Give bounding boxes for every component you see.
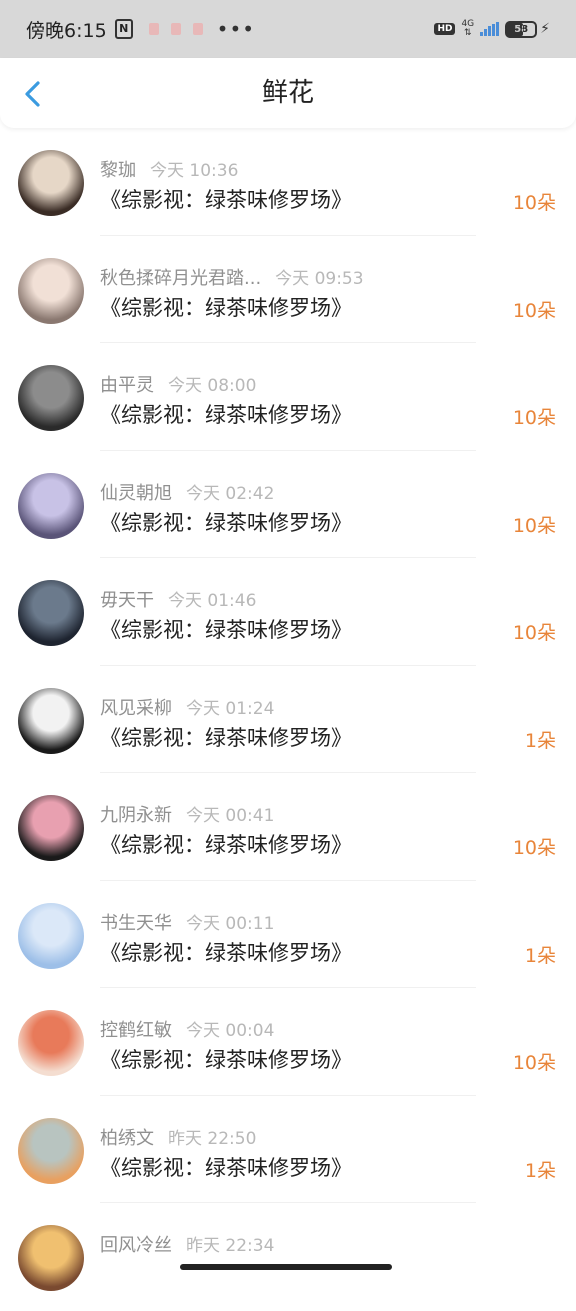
- notification-icon: [192, 23, 203, 35]
- book-title: 《综影视：绿茶味修罗场》: [100, 1048, 352, 1072]
- user-name: 柏绣文 昨天 22:50: [100, 1124, 256, 1150]
- avatar[interactable]: [18, 365, 84, 431]
- avatar[interactable]: [18, 150, 84, 216]
- gift-time: 今天 02:42: [186, 483, 275, 504]
- battery-icon: 58 ⚡: [505, 20, 550, 38]
- user-name: 仙灵朝旭 今天 02:42: [100, 479, 274, 505]
- flower-count: 1朵: [524, 944, 556, 967]
- user-name: 九阴永新 今天 00:41: [100, 801, 274, 827]
- gift-time: 今天 00:41: [186, 806, 275, 826]
- flower-count: 10朵: [512, 837, 556, 859]
- user-name-text: 柏绣文: [100, 1127, 154, 1149]
- user-name-text: 控鹤红敏: [100, 1020, 172, 1041]
- list-item[interactable]: 九阴永新 今天 00:41 《综影视：绿茶味修罗场》 10朵: [0, 773, 576, 881]
- book-title: 《综影视：绿茶味修罗场》: [100, 618, 352, 642]
- user-name: 风见采柳 今天 01:24: [100, 694, 274, 720]
- user-name: 回风冷丝 昨天 22:34: [100, 1231, 274, 1257]
- book-title: 《综影视：绿茶味修罗场》: [100, 1155, 352, 1180]
- user-name: 毋天干 今天 01:46: [100, 586, 256, 612]
- data-arrows-icon: ⇅: [464, 28, 472, 38]
- flower-count: 10朵: [512, 299, 556, 322]
- user-name-text: 九阴永新: [100, 805, 172, 826]
- user-name: 秋色揉碎月光君踏... 今天 09:53: [100, 264, 364, 290]
- avatar[interactable]: [18, 580, 84, 646]
- user-name-text: 仙灵朝旭: [100, 482, 172, 504]
- flower-count: 10朵: [512, 622, 556, 644]
- gift-time: 昨天 22:50: [168, 1128, 257, 1149]
- book-title: 《综影视：绿茶味修罗场》: [100, 403, 352, 427]
- user-name-text: 毋天干: [100, 590, 154, 611]
- flower-count: 1朵: [524, 1159, 556, 1182]
- network-type: 4G ⇅: [461, 20, 474, 38]
- avatar[interactable]: [18, 257, 84, 324]
- book-title: 《综影视：绿茶味修罗场》: [100, 940, 352, 965]
- gift-time: 今天 00:04: [186, 1021, 275, 1041]
- user-name: 书生天华 今天 00:11: [100, 909, 274, 935]
- nfc-icon: N: [114, 19, 133, 39]
- list-item[interactable]: 秋色揉碎月光君踏... 今天 09:53 《综影视：绿茶味修罗场》 10朵: [0, 236, 576, 343]
- charging-icon: ⚡: [540, 21, 550, 37]
- user-name: 黎珈 今天 10:36: [100, 156, 238, 182]
- book-title: 《综影视：绿茶味修罗场》: [100, 295, 352, 320]
- avatar[interactable]: [18, 902, 84, 969]
- user-name-text: 黎珈: [100, 160, 136, 181]
- avatar[interactable]: [18, 687, 84, 754]
- avatar[interactable]: [18, 795, 84, 861]
- status-left: 傍晚6:15 N •••: [26, 16, 255, 43]
- more-notifications-icon: •••: [216, 17, 256, 41]
- gift-time: 今天 10:36: [150, 161, 239, 181]
- list-item[interactable]: 控鹤红敏 今天 00:04 《综影视：绿茶味修罗场》 10朵: [0, 988, 576, 1096]
- list-item[interactable]: 由平灵 今天 08:00 《综影视：绿茶味修罗场》 10朵: [0, 343, 576, 451]
- flower-count: 10朵: [512, 192, 556, 214]
- user-name: 由平灵 今天 08:00: [100, 371, 256, 397]
- list-item[interactable]: 毋天干 今天 01:46 《综影视：绿茶味修罗场》 10朵: [0, 558, 576, 666]
- book-title: 《综影视：绿茶味修罗场》: [100, 833, 352, 857]
- nav-bar: 鲜花: [0, 58, 576, 128]
- battery-body: 58: [505, 20, 538, 38]
- book-title: 《综影视：绿茶味修罗场》: [100, 725, 352, 750]
- notification-icon: [148, 23, 159, 35]
- user-name-text: 秋色揉碎月光君踏...: [100, 267, 262, 289]
- avatar[interactable]: [18, 472, 84, 539]
- gift-time: 昨天 22:34: [186, 1236, 275, 1256]
- list-item[interactable]: 黎珈 今天 10:36 《综影视：绿茶味修罗场》 10朵: [0, 128, 576, 236]
- flower-count: 1朵: [524, 729, 556, 752]
- list-item[interactable]: 回风冷丝 昨天 22:34: [0, 1203, 576, 1311]
- flower-count: 10朵: [512, 1052, 556, 1074]
- page-title: 鲜花: [261, 78, 314, 108]
- user-name: 控鹤红敏 今天 00:04: [100, 1016, 274, 1042]
- user-name-text: 由平灵: [100, 375, 154, 396]
- avatar[interactable]: [18, 1010, 84, 1076]
- list-item[interactable]: 仙灵朝旭 今天 02:42 《综影视：绿茶味修罗场》 10朵: [0, 451, 576, 558]
- home-indicator[interactable]: [180, 1264, 392, 1270]
- avatar[interactable]: [18, 1225, 84, 1291]
- list-item[interactable]: 书生天华 今天 00:11 《综影视：绿茶味修罗场》 1朵: [0, 881, 576, 988]
- gift-time: 今天 08:00: [168, 376, 257, 396]
- gift-time: 今天 00:11: [186, 913, 275, 934]
- gift-time: 今天 01:46: [168, 591, 257, 611]
- hd-badge: HD: [434, 23, 456, 35]
- flower-count: 10朵: [512, 514, 556, 537]
- notification-icon: [170, 23, 181, 35]
- gift-time: 今天 01:24: [186, 698, 275, 719]
- book-title: 《综影视：绿茶味修罗场》: [100, 510, 352, 535]
- list-item[interactable]: 柏绣文 昨天 22:50 《综影视：绿茶味修罗场》 1朵: [0, 1096, 576, 1203]
- status-bar: 傍晚6:15 N ••• HD 4G ⇅ 58 ⚡: [0, 0, 576, 58]
- battery-level: 58: [514, 23, 529, 35]
- user-name-text: 风见采柳: [100, 697, 172, 719]
- status-time: 傍晚6:15: [26, 19, 107, 42]
- book-title: 《综影视：绿茶味修罗场》: [100, 188, 352, 212]
- avatar[interactable]: [18, 1117, 84, 1184]
- status-right: HD 4G ⇅ 58 ⚡: [434, 20, 550, 38]
- user-name-text: 回风冷丝: [100, 1235, 172, 1256]
- flower-count: 10朵: [512, 407, 556, 429]
- signal-icon: [480, 22, 500, 36]
- list-item[interactable]: 风见采柳 今天 01:24 《综影视：绿茶味修罗场》 1朵: [0, 666, 576, 773]
- gift-time: 今天 09:53: [275, 268, 364, 289]
- flower-gift-list: 黎珈 今天 10:36 《综影视：绿茶味修罗场》 10朵 秋色揉碎月光君踏... 今天 0…: [0, 128, 576, 1311]
- user-name-text: 书生天华: [100, 912, 172, 934]
